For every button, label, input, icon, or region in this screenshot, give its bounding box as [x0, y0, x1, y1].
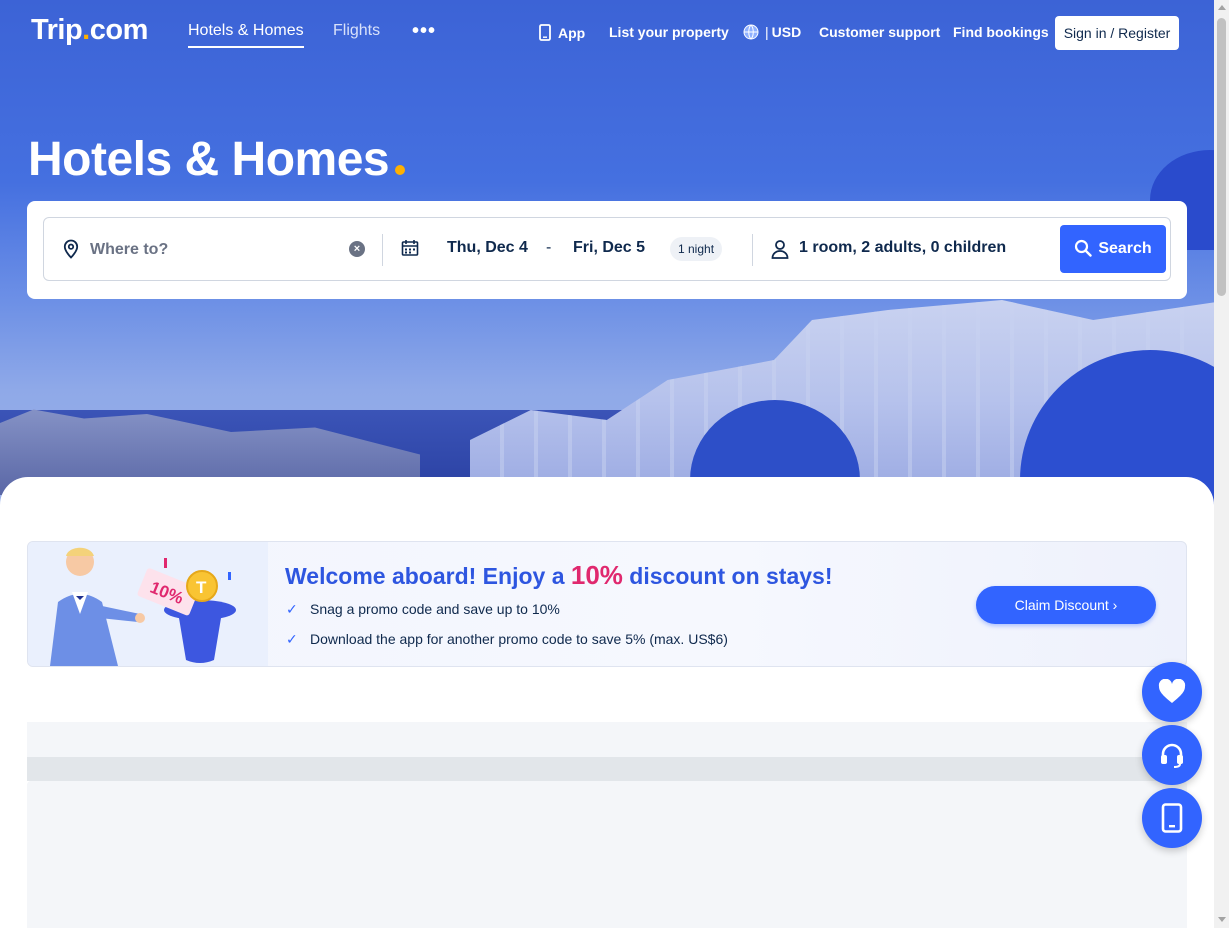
logo-dot: .	[82, 14, 90, 46]
currency-selector[interactable]: | USD	[743, 24, 801, 43]
list-property-link[interactable]: List your property	[609, 24, 729, 40]
guests-selector[interactable]: 1 room, 2 adults, 0 children	[799, 239, 1006, 257]
search-panel: × Thu, Dec 4 - Fri, Dec 5 1 night 1 room…	[27, 201, 1187, 299]
person-icon	[771, 239, 789, 264]
promo-item: ✓ Download the app for another promo code…	[286, 631, 728, 648]
svg-text:T: T	[196, 578, 207, 597]
check-icon: ✓	[286, 631, 298, 647]
checkout-date[interactable]: Fri, Dec 5	[573, 239, 645, 257]
trip-logo[interactable]: Trip.com	[31, 14, 148, 47]
search-button-label: Search	[1098, 240, 1152, 257]
logo-suffix: com	[89, 14, 149, 46]
tab-flights[interactable]: Flights	[333, 22, 380, 40]
page-scrollbar[interactable]	[1214, 0, 1229, 928]
promo-illustration: 10% T	[28, 542, 268, 666]
hero-title-text: Hotels & Homes	[28, 133, 390, 186]
tab-hotels-homes[interactable]: Hotels & Homes	[188, 22, 304, 48]
top-nav: Trip.com Hotels & Homes Flights ••• App …	[0, 0, 1214, 66]
hero-title-dot	[395, 165, 406, 175]
destination-input[interactable]	[90, 232, 340, 268]
customer-support-link[interactable]: Customer support	[819, 24, 940, 40]
app-label: App	[558, 25, 586, 41]
sign-in-register-button[interactable]: Sign in / Register	[1055, 16, 1179, 50]
mobile-icon	[1161, 803, 1183, 833]
promo-item-text: Snag a promo code and save up to 10%	[310, 601, 560, 617]
promo-title: Welcome aboard! Enjoy a 10% discount on …	[285, 560, 833, 591]
more-menu-icon[interactable]: •••	[412, 20, 436, 43]
globe-icon	[743, 24, 759, 43]
loading-skeleton	[27, 757, 1187, 781]
location-pin-icon	[62, 239, 80, 264]
logo-text: Trip	[31, 14, 83, 46]
currency-separator: |	[765, 24, 769, 40]
download-app-button[interactable]	[1142, 788, 1202, 848]
loading-skeleton	[27, 781, 1187, 928]
promo-item: ✓ Snag a promo code and save up to 10%	[286, 601, 560, 618]
scroll-down-arrow[interactable]	[1218, 917, 1226, 922]
search-bar: × Thu, Dec 4 - Fri, Dec 5 1 night 1 room…	[43, 217, 1171, 281]
promo-title-prefix: Welcome aboard! Enjoy a	[285, 563, 571, 589]
headset-icon	[1161, 743, 1183, 768]
favorites-button[interactable]	[1142, 662, 1202, 722]
date-separator: -	[546, 239, 552, 256]
nights-badge: 1 night	[670, 237, 723, 261]
clear-icon[interactable]: ×	[349, 241, 365, 257]
heart-icon	[1158, 679, 1186, 703]
promo-title-percent: 10%	[570, 560, 623, 590]
divider	[382, 234, 383, 266]
promo-title-suffix: discount on stays!	[622, 563, 833, 589]
hero-title: Hotels & Homes	[28, 132, 406, 187]
app-link[interactable]: App	[538, 24, 585, 44]
scrollbar-thumb[interactable]	[1217, 18, 1226, 296]
checkin-date[interactable]: Thu, Dec 4	[447, 239, 528, 257]
find-bookings-link[interactable]: Find bookings	[953, 24, 1049, 40]
calendar-icon	[401, 239, 419, 262]
divider	[752, 234, 753, 266]
check-icon: ✓	[286, 601, 298, 617]
support-button[interactable]	[1142, 725, 1202, 785]
promo-item-text: Download the app for another promo code …	[310, 631, 728, 647]
phone-icon	[538, 24, 552, 44]
search-button[interactable]: Search	[1060, 225, 1166, 273]
scroll-up-arrow[interactable]	[1218, 5, 1226, 10]
claim-discount-button[interactable]: Claim Discount ›	[976, 586, 1156, 624]
search-icon	[1075, 239, 1093, 257]
loading-skeleton	[27, 722, 1187, 758]
welcome-promo-banner: 10% T Welcome aboard! Enjoy a 10% discou…	[27, 541, 1187, 667]
currency-label: USD	[771, 24, 802, 40]
